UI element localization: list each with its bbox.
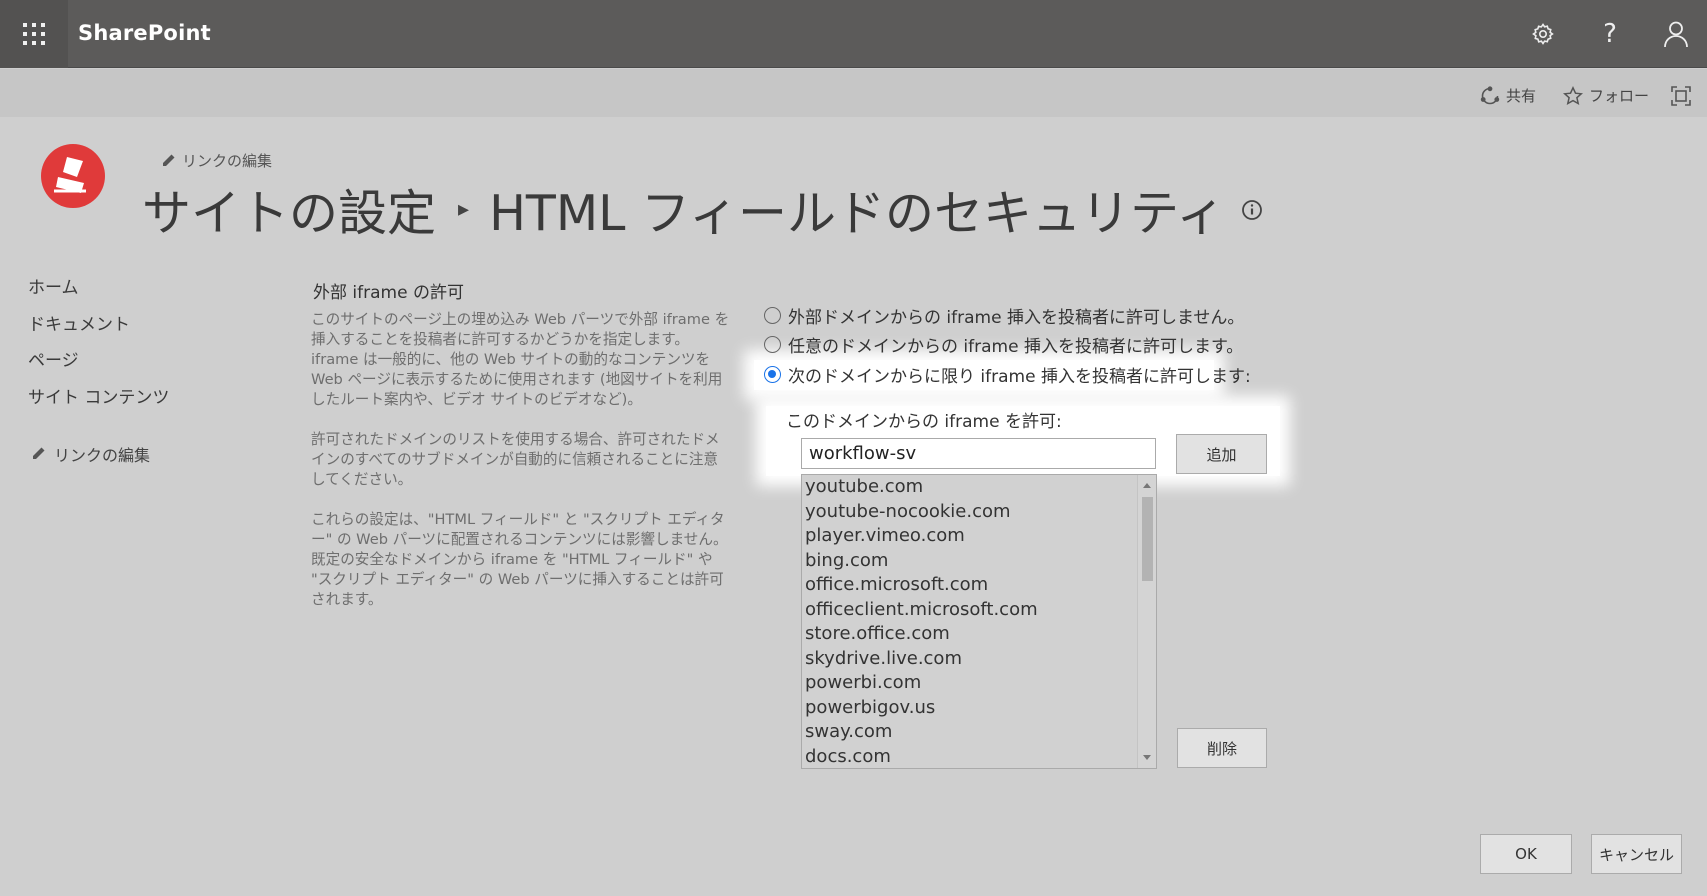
list-item[interactable]: youtube-nocookie.com (802, 500, 1156, 525)
option-allow-listed-label: 次のドメインからに限り iframe 挿入を投稿者に許可します: (788, 367, 1251, 387)
radio-allow-any[interactable] (764, 336, 781, 353)
share-label: 共有 (1506, 87, 1537, 105)
page-title-text: HTML フィールドのセキュリティ (489, 185, 1226, 242)
app-launcher-button[interactable] (0, 0, 68, 68)
info-icon[interactable] (1241, 199, 1263, 221)
list-item[interactable]: officeclient.microsoft.com (802, 598, 1156, 623)
cancel-button[interactable]: キャンセル (1591, 834, 1682, 874)
scroll-up-arrow-icon[interactable] (1143, 483, 1151, 488)
option-allow-listed[interactable]: 次のドメインからに限り iframe 挿入を投稿者に許可します: (764, 362, 1251, 387)
list-item[interactable]: docs.com (802, 745, 1156, 769)
section-description-3: これらの設定は、"HTML フィールド" と "スクリプト エディター" の W… (311, 511, 728, 608)
nav-edit-links-label: リンクの編集 (54, 446, 151, 465)
breadcrumb-separator: ▸ (458, 197, 470, 222)
radio-block-all[interactable] (764, 307, 781, 324)
list-scrollbar[interactable] (1137, 475, 1156, 768)
site-logo[interactable] (40, 143, 106, 209)
add-button[interactable]: 追加 (1176, 434, 1267, 474)
radio-allow-listed[interactable] (764, 366, 781, 383)
list-item[interactable]: powerbi.com (802, 671, 1156, 696)
nav-edit-links[interactable]: リンクの編集 (30, 442, 150, 466)
edit-links-top[interactable]: リンクの編集 (160, 150, 272, 171)
option-block-all[interactable]: 外部ドメインからの iframe 挿入を投稿者に許可しません。 (764, 303, 1244, 328)
edit-links-label: リンクの編集 (182, 152, 273, 170)
list-item[interactable]: powerbigov.us (802, 696, 1156, 721)
suite-bar: SharePoint ? (0, 0, 1707, 68)
star-icon (1563, 85, 1583, 105)
follow-label: フォロー (1589, 87, 1650, 105)
user-icon[interactable] (1660, 18, 1692, 50)
fullscreen-icon (1671, 86, 1691, 106)
scroll-down-arrow-icon[interactable] (1143, 755, 1151, 760)
allow-domain-label: このドメインからの iframe を許可: (786, 412, 1062, 432)
list-item[interactable]: store.office.com (802, 622, 1156, 647)
help-icon[interactable]: ? (1594, 18, 1626, 50)
nav-item-documents[interactable]: ドキュメント (28, 313, 169, 350)
allowed-domains-list[interactable]: youtube.com youtube-nocookie.com player.… (801, 474, 1157, 769)
list-item[interactable]: youtube.com (802, 475, 1156, 500)
scroll-thumb[interactable] (1142, 497, 1153, 581)
section-title: 外部 iframe の許可 (313, 283, 464, 303)
share-button[interactable]: 共有 (1480, 85, 1536, 106)
focus-mode-button[interactable] (1670, 85, 1692, 107)
option-allow-any[interactable]: 任意のドメインからの iframe 挿入を投稿者に許可します。 (764, 332, 1243, 357)
site-logo-icon (41, 144, 105, 208)
page-title: サイトの設定 ▸ HTML フィールドのセキュリティ (142, 174, 1263, 245)
section-description-2: 許可されたドメインのリストを使用する場合、許可されたドメインのすべてのサブドメイ… (311, 431, 720, 488)
command-bar (0, 69, 1707, 117)
domain-input[interactable] (801, 438, 1156, 469)
ok-button[interactable]: OK (1480, 834, 1572, 874)
list-item[interactable]: skydrive.live.com (802, 647, 1156, 672)
left-nav: ホーム ドキュメント ページ サイト コンテンツ (28, 276, 169, 422)
nav-item-home[interactable]: ホーム (28, 276, 169, 313)
list-item[interactable]: bing.com (802, 549, 1156, 574)
follow-button[interactable]: フォロー (1563, 85, 1649, 106)
list-item[interactable]: sway.com (802, 720, 1156, 745)
list-item[interactable]: player.vimeo.com (802, 524, 1156, 549)
list-item[interactable]: office.microsoft.com (802, 573, 1156, 598)
section-description-1: このサイトのページ上の埋め込み Web パーツで外部 iframe を挿入するこ… (311, 311, 730, 408)
share-icon (1480, 85, 1500, 104)
pencil-icon (33, 447, 45, 459)
help-glyph: ? (1603, 19, 1617, 49)
option-block-all-label: 外部ドメインからの iframe 挿入を投稿者に許可しません。 (788, 308, 1245, 328)
nav-item-site-contents[interactable]: サイト コンテンツ (28, 386, 169, 423)
pencil-icon (163, 154, 175, 166)
brand-name[interactable]: SharePoint (78, 21, 211, 45)
app-launcher-icon (23, 23, 45, 45)
nav-item-pages[interactable]: ページ (28, 349, 169, 386)
breadcrumb-parent[interactable]: サイトの設定 (142, 174, 436, 245)
remove-button[interactable]: 削除 (1177, 728, 1267, 768)
settings-icon[interactable] (1527, 18, 1559, 50)
option-allow-any-label: 任意のドメインからの iframe 挿入を投稿者に許可します。 (788, 337, 1244, 357)
